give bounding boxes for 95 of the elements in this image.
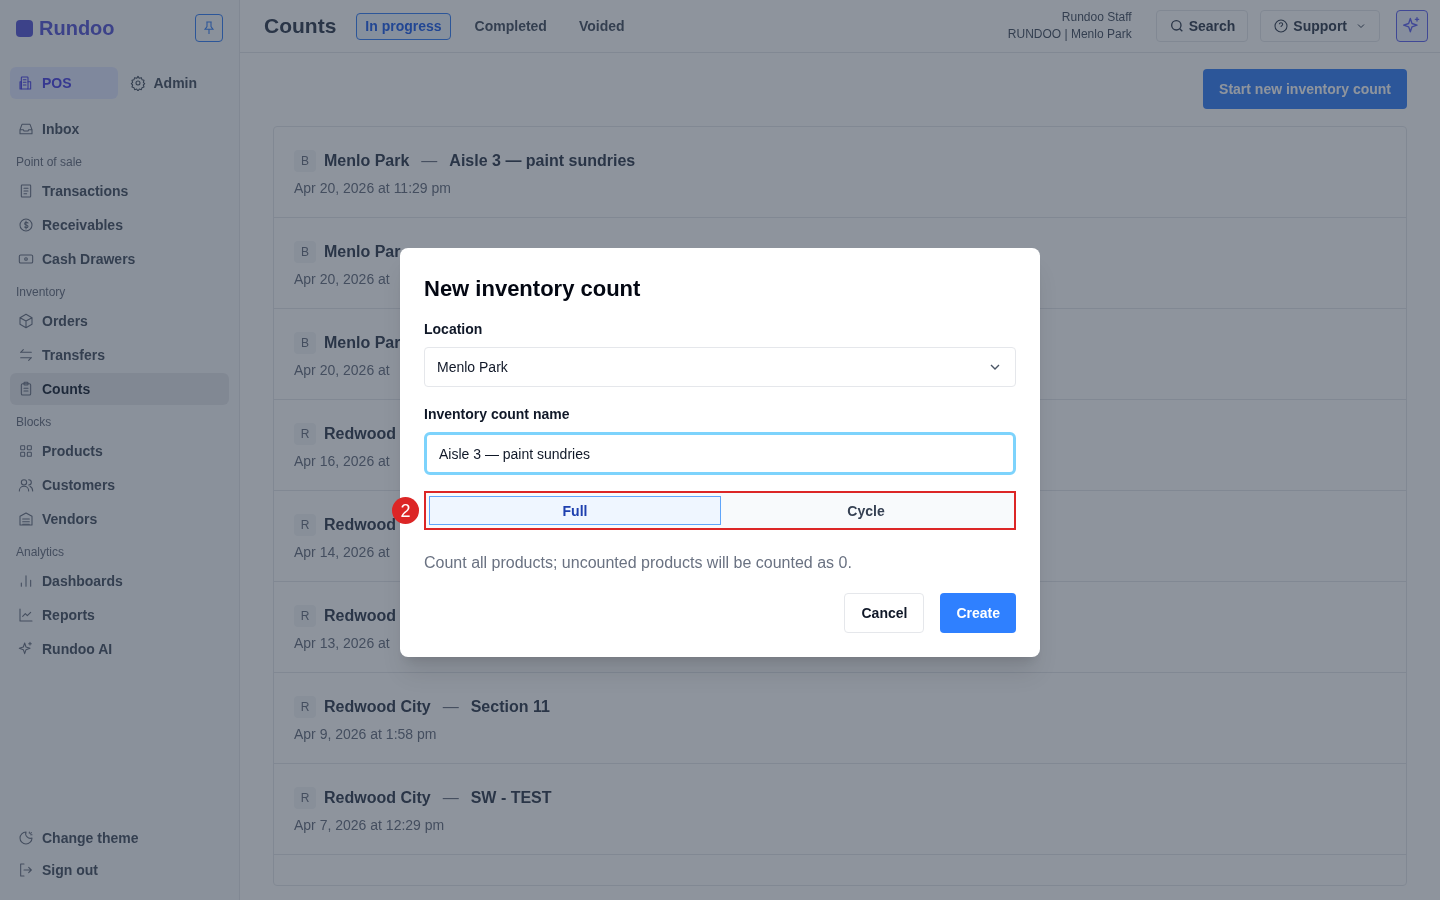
sidebar-item[interactable]: Orders: [10, 305, 229, 337]
page-title: Counts: [264, 13, 337, 40]
count-date: Apr 20, 2026 at 11:29 pm: [294, 180, 451, 196]
sparkle-icon: [18, 641, 34, 657]
sidebar-item[interactable]: Transfers: [10, 339, 229, 371]
sidebar-item[interactable]: Counts: [10, 373, 229, 405]
section-label: Inventory: [15, 284, 67, 300]
start-count-button[interactable]: Start new inventory count: [1203, 69, 1407, 109]
sidebar-item[interactable]: Dashboards: [10, 565, 229, 597]
title-separator: —: [421, 151, 438, 171]
section-label: Blocks: [15, 414, 53, 430]
brand-name: Rundoo: [39, 16, 115, 41]
search-icon: [1168, 18, 1185, 34]
location-badge: B: [294, 241, 316, 263]
count-date: Apr 13, 2026 at: [294, 635, 390, 651]
sidebar-item[interactable]: Rundoo AI: [10, 633, 229, 665]
count-type-description: Count all products; uncounted products will be counted as 0.: [424, 553, 853, 573]
sidebar-item[interactable]: Inbox: [10, 113, 229, 145]
count-type-switch[interactable]: Full Cycle: [424, 491, 1016, 530]
count-location: Menlo Par: [324, 333, 401, 353]
title-separator: —: [442, 697, 459, 717]
warehouse-icon: [18, 511, 34, 527]
count-date: Apr 20, 2026 at: [294, 362, 390, 378]
create-button[interactable]: Create: [940, 593, 1016, 633]
theme-icon: [18, 830, 34, 846]
mode-tab[interactable]: POS: [10, 67, 118, 99]
count-location: Redwood: [324, 424, 396, 444]
location-select[interactable]: Menlo Park: [424, 347, 1016, 387]
sidebar-item[interactable]: Reports: [10, 599, 229, 631]
store-name: RUNDOO | Menlo Park: [1007, 26, 1132, 43]
segment-option[interactable]: Full: [429, 496, 721, 525]
count-date: Apr 16, 2026 at: [294, 453, 390, 469]
pin-icon: [201, 20, 217, 36]
bar-chart-icon: [18, 573, 34, 589]
count-name: Section 11: [470, 697, 550, 717]
receipt-icon: [18, 183, 34, 199]
help-icon: [1273, 18, 1290, 34]
count-name: Aisle 3 — paint sundries: [449, 151, 636, 171]
count-date: Apr 9, 2026 at 1:58 pm: [294, 726, 437, 742]
status-tab[interactable]: Completed: [466, 12, 555, 40]
count-location: Menlo Par: [324, 242, 401, 262]
box-icon: [18, 313, 34, 329]
count-date: Apr 7, 2026 at 12:29 pm: [294, 817, 445, 833]
support-button[interactable]: Support: [1260, 10, 1380, 42]
location-badge: R: [294, 605, 316, 627]
location-badge: R: [294, 696, 316, 718]
location-badge: B: [294, 332, 316, 354]
location-badge: B: [294, 150, 316, 172]
count-location: Redwood City: [324, 788, 431, 808]
select-value: Menlo Park: [437, 358, 508, 377]
count-location: Menlo Park: [324, 151, 410, 171]
location-badge: R: [294, 787, 316, 809]
user-name: Rundoo Staff: [1061, 9, 1132, 26]
name-input[interactable]: Aisle 3 — paint sundries: [424, 432, 1016, 475]
count-location: Redwood City: [324, 697, 431, 717]
users-icon: [18, 477, 34, 493]
search-button[interactable]: Search: [1155, 10, 1249, 42]
banknote-icon: [18, 251, 34, 267]
field-label: Inventory count name: [424, 405, 571, 424]
segment-option[interactable]: Cycle: [721, 496, 1011, 525]
gear-icon: [129, 75, 146, 91]
count-location: Redwood: [324, 606, 396, 626]
count-name: SW - TEST: [470, 788, 552, 808]
sidebar-item[interactable]: Vendors: [10, 503, 229, 535]
dollar-icon: [18, 217, 34, 233]
count-date: Apr 20, 2026 at: [294, 271, 390, 287]
cancel-button[interactable]: Cancel: [844, 593, 925, 633]
status-tab[interactable]: Voided: [570, 12, 633, 40]
dialog-title: New inventory count: [424, 275, 642, 303]
sidebar-item[interactable]: Customers: [10, 469, 229, 501]
sign-out-icon: [18, 862, 34, 878]
section-label: Analytics: [15, 544, 66, 560]
location-badge: R: [294, 423, 316, 445]
clipboard-icon: [18, 381, 34, 397]
mode-tab[interactable]: Admin: [121, 67, 229, 99]
sidebar-footer-item[interactable]: Change theme: [10, 822, 229, 854]
logo-icon: [16, 19, 33, 37]
pin-button[interactable]: [195, 14, 223, 42]
location-badge: R: [294, 514, 316, 536]
line-chart-icon: [18, 607, 34, 623]
count-date: Apr 14, 2026 at: [294, 544, 390, 560]
sidebar-footer-item[interactable]: Sign out: [10, 854, 229, 886]
grid-icon: [18, 443, 34, 459]
title-separator: —: [442, 788, 459, 808]
section-label: Point of sale: [15, 154, 84, 170]
sidebar-item[interactable]: Transactions: [10, 175, 229, 207]
sidebar-item[interactable]: Receivables: [10, 209, 229, 241]
sidebar-item[interactable]: Cash Drawers: [10, 243, 229, 275]
ai-button[interactable]: [1396, 10, 1428, 42]
building-icon: [18, 75, 34, 91]
inbox-icon: [18, 121, 34, 137]
field-label: Location: [424, 320, 484, 339]
sidebar-item[interactable]: Products: [10, 435, 229, 467]
arrows-icon: [18, 347, 34, 363]
status-tab[interactable]: In progress: [356, 12, 451, 40]
